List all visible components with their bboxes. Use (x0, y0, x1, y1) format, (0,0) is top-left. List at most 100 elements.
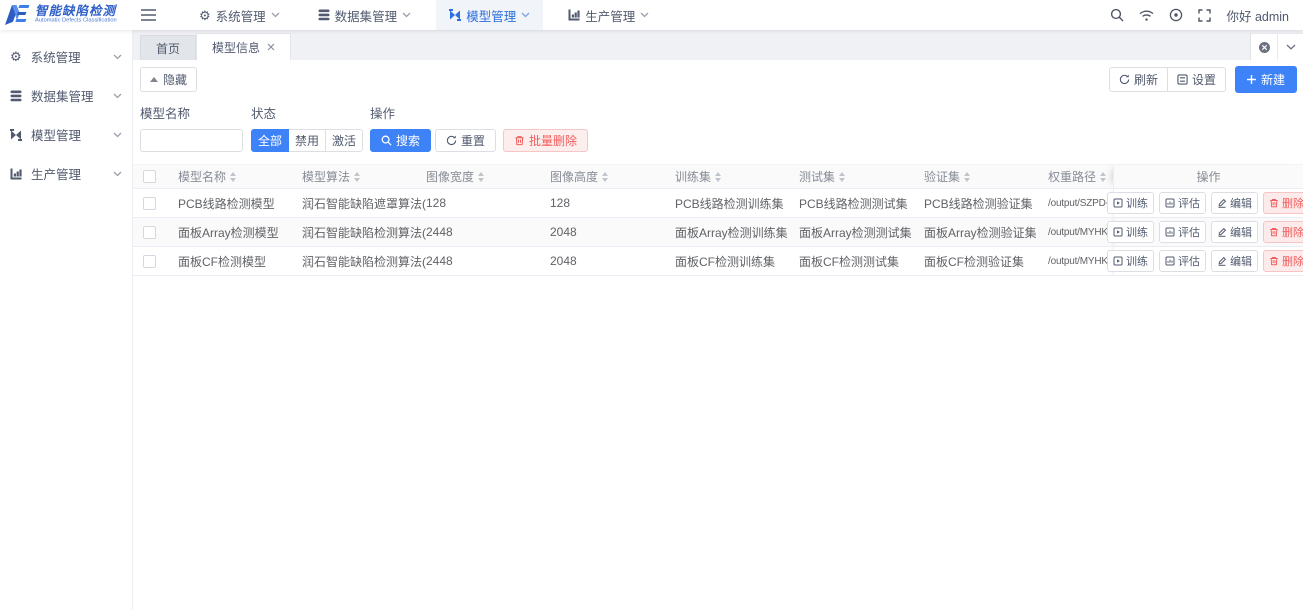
tab-label: 首页 (156, 40, 180, 57)
cell-valid-set: PCB线路检测验证集 (924, 189, 1048, 217)
train-button[interactable]: 训练 (1107, 192, 1154, 214)
search-button[interactable]: 搜索 (370, 129, 431, 152)
row-checkbox[interactable] (143, 226, 156, 239)
nav-item-label: 生产管理 (585, 6, 635, 25)
user-greeting[interactable]: 你好 admin (1226, 6, 1289, 25)
select-all-checkbox[interactable] (143, 170, 156, 183)
search-icon[interactable] (1110, 8, 1124, 22)
sort-icon[interactable] (602, 172, 608, 182)
sort-icon[interactable] (839, 172, 845, 182)
triangle-up-icon (150, 77, 158, 82)
search-icon (381, 135, 392, 146)
tab-home[interactable]: 首页 (140, 35, 196, 60)
status-label: 状态 (251, 103, 363, 122)
model-name-input[interactable] (140, 129, 243, 152)
delete-button[interactable]: 删除 (1263, 250, 1303, 272)
nav-item-model[interactable]: 模型管理 (436, 0, 543, 30)
status-all-button[interactable]: 全部 (251, 129, 289, 152)
reset-button[interactable]: 重置 (435, 129, 496, 152)
row-checkbox[interactable] (143, 197, 156, 210)
sidebar-item-production[interactable]: 生产管理 (0, 154, 132, 193)
table-header-row: 模型名称 模型算法 图像宽度 图像高度 训练集 测试集 验证集 权重路径 操作 (133, 164, 1303, 189)
sidebar-item-model[interactable]: 模型管理 (0, 115, 132, 154)
cell-train-set: 面板CF检测训练集 (675, 247, 799, 275)
gear-icon: ⚙ (10, 50, 22, 63)
edit-button[interactable]: 编辑 (1211, 192, 1258, 214)
tab-controls (1250, 33, 1303, 60)
edit-button[interactable]: 编辑 (1211, 250, 1258, 272)
status-toggle-group: 全部 禁用 激活 (251, 129, 363, 152)
row-checkbox[interactable] (143, 255, 156, 268)
content-panel: 隐藏 刷新 (133, 60, 1303, 610)
tab-bar: 首页 模型信息 (133, 30, 1303, 60)
sidebar: ⚙ 系统管理 数据集管理 模型管理 (0, 30, 133, 610)
cell-train-set: 面板Array检测训练集 (675, 218, 799, 246)
settings-label: 设置 (1192, 71, 1216, 88)
sort-icon[interactable] (964, 172, 970, 182)
sort-icon[interactable] (230, 172, 236, 182)
chevron-down-icon (113, 132, 122, 138)
top-nav-menu: ⚙ 系统管理 数据集管理 模型管理 (174, 0, 662, 30)
evaluate-button[interactable]: 评估 (1159, 192, 1206, 214)
edit-icon (1217, 256, 1227, 266)
gear-icon: ⚙ (199, 9, 211, 22)
report-icon (1165, 227, 1175, 237)
sort-icon[interactable] (478, 172, 484, 182)
batch-delete-button[interactable]: 批量删除 (503, 129, 588, 152)
logo-mark-icon (5, 4, 30, 26)
target-icon[interactable] (1169, 8, 1183, 22)
model-icon (449, 9, 461, 21)
cell-img-width: 2448 (426, 247, 550, 275)
tab-model-info[interactable]: 模型信息 (196, 33, 291, 60)
settings-button[interactable]: 设置 (1167, 67, 1226, 92)
evaluate-button[interactable]: 评估 (1159, 250, 1206, 272)
hamburger-menu-icon[interactable] (141, 9, 156, 21)
close-icon[interactable] (267, 43, 275, 51)
fullscreen-icon[interactable] (1198, 9, 1211, 22)
cell-weight-path: /output/MYHK-CF (1048, 247, 1113, 275)
status-disabled-button[interactable]: 禁用 (288, 129, 326, 152)
column-header-name: 模型名称 (178, 168, 226, 185)
sort-icon[interactable] (354, 172, 360, 182)
sort-icon[interactable] (1100, 172, 1106, 182)
cell-img-height: 128 (550, 189, 675, 217)
evaluate-button[interactable]: 评估 (1159, 221, 1206, 243)
create-button[interactable]: 新建 (1235, 66, 1297, 93)
delete-button[interactable]: 删除 (1263, 192, 1303, 214)
sort-icon[interactable] (715, 172, 721, 182)
nav-item-system[interactable]: ⚙ 系统管理 (186, 0, 293, 30)
train-button[interactable]: 训练 (1107, 221, 1154, 243)
tab-options-chevron-icon[interactable] (1277, 34, 1303, 60)
report-icon (1165, 198, 1175, 208)
nav-item-dataset[interactable]: 数据集管理 (305, 0, 425, 30)
logo-subtitle: Automatic Defects Classification (35, 18, 117, 24)
report-icon (1165, 256, 1175, 266)
wifi-icon[interactable] (1139, 9, 1154, 22)
create-label: 新建 (1261, 71, 1285, 88)
document-icon (1113, 256, 1123, 266)
close-all-tabs-icon[interactable] (1251, 34, 1277, 60)
top-navbar: 智能缺陷检测 Automatic Defects Classification … (0, 0, 1303, 30)
model-name-label: 模型名称 (140, 103, 243, 122)
cell-valid-set: 面板Array检测验证集 (924, 218, 1048, 246)
column-header-ops: 操作 (1196, 168, 1220, 185)
hide-label: 隐藏 (163, 71, 187, 88)
train-button[interactable]: 训练 (1107, 250, 1154, 272)
sidebar-item-system[interactable]: ⚙ 系统管理 (0, 37, 132, 76)
column-header-test: 测试集 (799, 168, 835, 185)
nav-item-production[interactable]: 生产管理 (555, 0, 662, 30)
status-active-button[interactable]: 激活 (325, 129, 363, 152)
edit-button[interactable]: 编辑 (1211, 221, 1258, 243)
chevron-down-icon (521, 12, 530, 18)
trash-icon (1269, 256, 1279, 266)
sidebar-item-dataset[interactable]: 数据集管理 (0, 76, 132, 115)
plus-icon (1247, 75, 1256, 84)
hide-filter-button[interactable]: 隐藏 (140, 67, 197, 92)
search-label: 搜索 (396, 132, 420, 149)
nav-item-label: 模型管理 (466, 6, 516, 25)
factory-icon (568, 9, 580, 21)
database-icon (318, 9, 330, 21)
document-icon (1113, 198, 1123, 208)
refresh-button[interactable]: 刷新 (1109, 67, 1168, 92)
delete-button[interactable]: 删除 (1263, 221, 1303, 243)
